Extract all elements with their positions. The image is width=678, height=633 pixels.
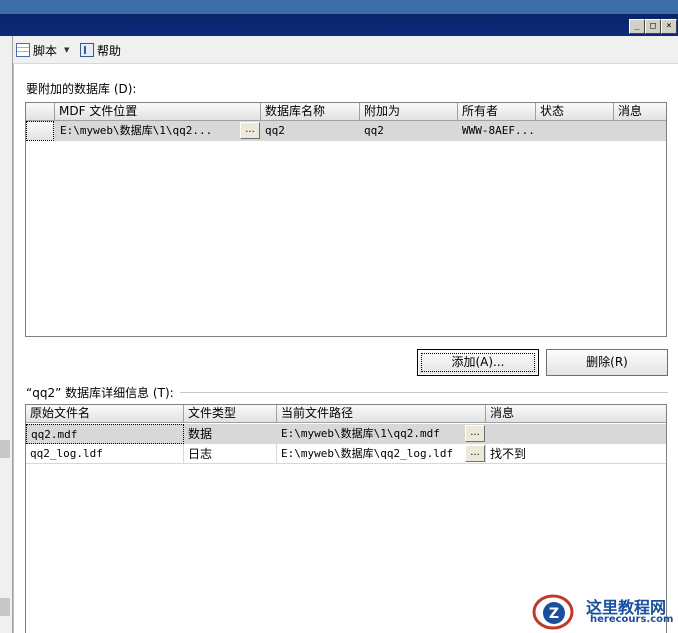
- details-section-label: “qq2” 数据库详细信息 (T):: [26, 386, 174, 400]
- browse-path-button[interactable]: ...: [465, 445, 485, 462]
- owner-cell[interactable]: WWW-8AEF...: [458, 121, 536, 141]
- svg-text:Z: Z: [549, 606, 559, 622]
- table-row[interactable]: qq2.mdf 数据 E:\myweb\数据库\1\qq2.mdf ...: [26, 424, 666, 444]
- desktop-strip: [0, 0, 678, 14]
- message-cell: [614, 121, 666, 141]
- minimize-icon: _: [634, 21, 640, 31]
- help-button[interactable]: 帮助: [80, 41, 121, 59]
- maximize-icon: □: [650, 21, 656, 31]
- column-header-status[interactable]: 状态: [536, 103, 614, 121]
- mdf-path-cell[interactable]: E:\myweb\数据库\1\qq2...: [55, 121, 261, 141]
- add-button[interactable]: 添加(A)...: [417, 349, 539, 376]
- original-name-cell[interactable]: qq2_log.ldf: [26, 444, 184, 464]
- table-row[interactable]: qq2_log.ldf 日志 E:\myweb\数据库\qq2_log.ldf …: [26, 444, 666, 464]
- status-cell: [536, 121, 614, 141]
- detail-message-cell: [486, 424, 666, 444]
- column-header-owner[interactable]: 所有者: [458, 103, 536, 121]
- column-header-original-name[interactable]: 原始文件名: [26, 405, 184, 423]
- current-path-cell[interactable]: E:\myweb\数据库\1\qq2.mdf: [277, 424, 486, 444]
- help-icon: [80, 43, 94, 57]
- minimize-button[interactable]: _: [629, 19, 645, 34]
- column-header-current-path[interactable]: 当前文件路径: [277, 405, 486, 423]
- script-icon: [16, 43, 30, 57]
- row-selector[interactable]: [26, 121, 54, 141]
- watermark-logo: Z 这里教程网 herecours.com: [530, 590, 678, 633]
- remove-button[interactable]: 删除(R): [546, 349, 668, 376]
- brand-url: herecours.com: [590, 614, 674, 625]
- attach-as-cell[interactable]: qq2: [360, 121, 458, 141]
- left-pane-marker: [0, 440, 10, 458]
- browse-mdf-button[interactable]: ...: [240, 122, 260, 139]
- file-type-cell[interactable]: 日志: [184, 444, 277, 464]
- row-header-corner: [26, 103, 55, 121]
- script-label: 脚本: [33, 43, 58, 58]
- column-header-file-type[interactable]: 文件类型: [184, 405, 277, 423]
- column-header-mdf-location[interactable]: MDF 文件位置: [55, 103, 261, 121]
- column-header-message[interactable]: 消息: [614, 103, 666, 121]
- table-row[interactable]: E:\myweb\数据库\1\qq2... ... qq2 qq2 WWW-8A…: [26, 121, 666, 141]
- add-button-label: 添加(A)...: [418, 350, 538, 375]
- maximize-button[interactable]: □: [645, 19, 661, 34]
- current-path-text: E:\myweb\数据库\1\qq2.mdf: [281, 427, 440, 440]
- left-pane-marker: [0, 598, 10, 616]
- column-header-db-name[interactable]: 数据库名称: [261, 103, 360, 121]
- script-menu-button[interactable]: 脚本 ▼: [16, 41, 69, 59]
- window-titlebar: [0, 14, 678, 36]
- column-header-attach-as[interactable]: 附加为: [360, 103, 458, 121]
- db-name-cell[interactable]: qq2: [261, 121, 360, 141]
- mdf-path-text: E:\myweb\数据库\1\qq2...: [60, 124, 213, 137]
- dropdown-arrow-icon: ▼: [64, 46, 70, 54]
- attach-section-label: 要附加的数据库 (D):: [26, 82, 137, 96]
- close-icon: ×: [666, 21, 672, 31]
- detail-message-cell: 找不到: [486, 444, 666, 464]
- attach-databases-grid[interactable]: MDF 文件位置 数据库名称 附加为 所有者 状态 消息 E:\myweb\数据…: [25, 102, 667, 337]
- help-label: 帮助: [97, 43, 122, 58]
- file-type-cell[interactable]: 数据: [184, 424, 277, 444]
- close-button[interactable]: ×: [661, 19, 677, 34]
- current-path-text: E:\myweb\数据库\qq2_log.ldf: [281, 447, 454, 460]
- browse-path-button[interactable]: ...: [465, 425, 485, 442]
- column-header-detail-message[interactable]: 消息: [486, 405, 666, 423]
- logo-mark-icon: Z: [532, 594, 574, 630]
- section-divider: [180, 392, 668, 393]
- remove-button-label: 删除(R): [586, 355, 628, 369]
- current-path-cell[interactable]: E:\myweb\数据库\qq2_log.ldf: [277, 444, 486, 464]
- original-name-cell[interactable]: qq2.mdf: [26, 424, 184, 444]
- left-pane: [0, 36, 13, 633]
